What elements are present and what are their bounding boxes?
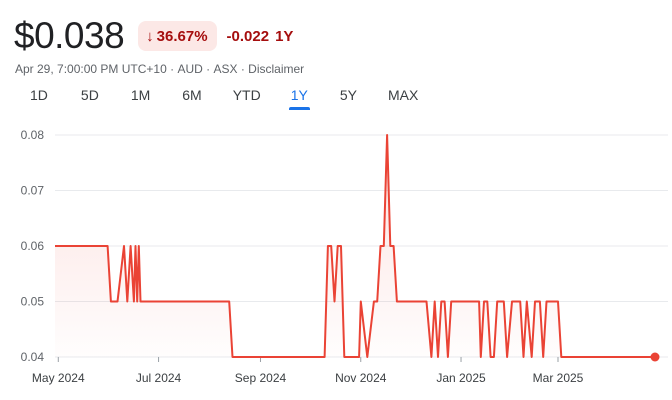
y-tick-label: 0.06	[21, 239, 45, 253]
y-tick-label: 0.04	[21, 350, 45, 364]
x-axis: May 2024 Jul 2024 Sep 2024 Nov 2024 Jan 2025…	[32, 357, 584, 385]
x-tick-label: Nov 2024	[335, 371, 387, 385]
x-tick-label: Mar 2025	[533, 371, 584, 385]
y-axis: 0.08 0.07 0.06 0.05 0.04	[21, 128, 45, 364]
price-chart[interactable]: 0.08 0.07 0.06 0.05 0.04 May 2024 Jul 2024 Sep…	[0, 0, 672, 400]
y-tick-label: 0.08	[21, 128, 45, 142]
x-tick-label: Jan 2025	[436, 371, 486, 385]
x-tick-label: Jul 2024	[136, 371, 182, 385]
last-point-marker	[650, 352, 660, 362]
markers	[650, 352, 660, 362]
y-tick-label: 0.07	[21, 184, 45, 198]
x-tick-label: May 2024	[32, 371, 85, 385]
y-tick-label: 0.05	[21, 295, 45, 309]
x-tick-label: Sep 2024	[235, 371, 287, 385]
